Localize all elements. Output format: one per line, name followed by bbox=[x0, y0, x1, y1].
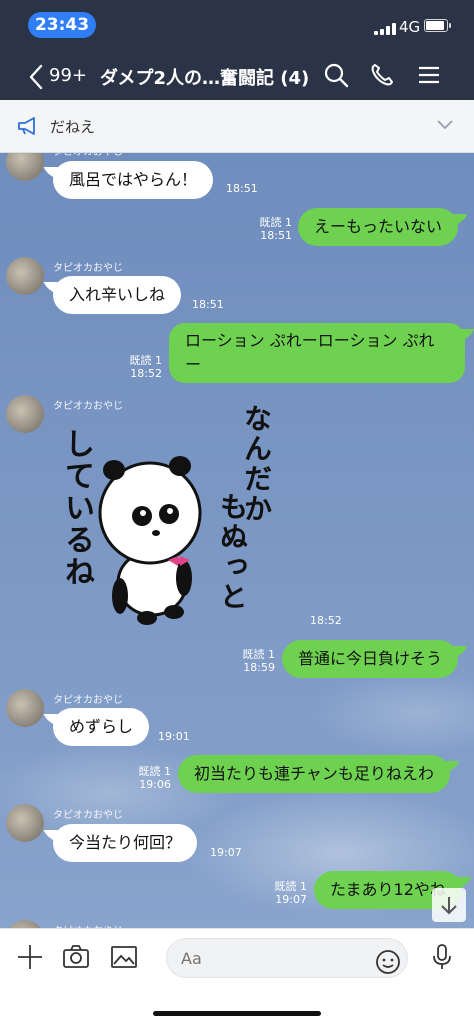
message-bubble[interactable]: 普通に今日負けそう bbox=[282, 640, 459, 678]
message-bubble[interactable]: 初当たりも連チャンも足りねえわ bbox=[178, 755, 450, 793]
message-time: 18:51 bbox=[226, 182, 258, 195]
back-chevron-icon[interactable] bbox=[26, 64, 46, 90]
read-receipt: 既読 1 19:06 bbox=[138, 765, 172, 791]
phone-icon[interactable] bbox=[369, 62, 395, 88]
microphone-icon[interactable] bbox=[428, 943, 456, 971]
network-label: 4G bbox=[399, 18, 421, 36]
read-receipt: 既読 1 19:07 bbox=[274, 880, 308, 906]
message-bubble[interactable]: めずらし bbox=[53, 708, 150, 746]
sender-name: タピオカおやじ bbox=[53, 810, 123, 821]
message-bubble[interactable]: 入れ辛いしね bbox=[53, 276, 182, 314]
sticker-caption: しているね bbox=[59, 428, 94, 588]
panda-sticker[interactable]: しているね なんだか もぬっと bbox=[59, 404, 287, 628]
image-icon[interactable] bbox=[110, 943, 138, 971]
avatar[interactable] bbox=[6, 804, 44, 842]
read-receipt: 既読 1 18:59 bbox=[242, 648, 276, 674]
sticker-caption: もぬっと bbox=[216, 492, 249, 612]
chat-title[interactable]: ダメプ2人の…奮闘記 (4) bbox=[100, 64, 309, 90]
message-input[interactable] bbox=[166, 938, 408, 978]
message-time: 18:51 bbox=[192, 298, 224, 311]
chevron-down-icon[interactable] bbox=[436, 118, 454, 132]
message-time: 19:01 bbox=[158, 730, 190, 743]
menu-icon[interactable] bbox=[416, 62, 442, 88]
plus-icon[interactable] bbox=[16, 943, 44, 971]
camera-icon[interactable] bbox=[62, 943, 90, 971]
sender-name: タピオカおやじ bbox=[53, 263, 123, 274]
megaphone-icon bbox=[18, 117, 35, 135]
message-bubble[interactable]: 風呂ではやらん！ bbox=[53, 161, 214, 199]
message-input-bar bbox=[0, 928, 474, 1025]
battery-icon bbox=[424, 19, 451, 32]
read-receipt: 既読 1 18:51 bbox=[259, 216, 293, 242]
app-header: 23:43 4G 99+ ダメプ2人の…奮闘記 (4) bbox=[0, 0, 474, 100]
avatar[interactable] bbox=[6, 920, 44, 928]
announcement-bar[interactable]: だねえ bbox=[0, 100, 474, 153]
avatar[interactable] bbox=[6, 257, 44, 295]
chat-area[interactable]: タピオカおやじ 風呂ではやらん！ 18:51 既読 118:51 えーもったいな… bbox=[0, 153, 474, 928]
sender-name: タピオカおやじ bbox=[53, 153, 123, 158]
unread-count[interactable]: 99+ bbox=[49, 65, 87, 86]
search-icon[interactable] bbox=[323, 62, 349, 88]
sender-name: タピオカおやじ bbox=[53, 695, 123, 706]
avatar[interactable] bbox=[6, 153, 44, 181]
message-bubble[interactable]: ローション ぷれーローション ぷれー bbox=[169, 323, 465, 383]
avatar[interactable] bbox=[6, 689, 44, 727]
scroll-down-arrow-icon bbox=[441, 897, 457, 915]
avatar[interactable] bbox=[6, 395, 44, 433]
emoji-icon[interactable] bbox=[375, 949, 401, 975]
message-bubble[interactable]: 今当たり何回？ bbox=[53, 824, 198, 862]
message-time: 19:07 bbox=[210, 846, 242, 859]
read-receipt: 既読 1 18:52 bbox=[129, 354, 163, 380]
message-bubble[interactable]: えーもったいない bbox=[298, 208, 459, 246]
home-indicator bbox=[153, 1011, 321, 1016]
announcement-text: だねえ bbox=[50, 118, 96, 136]
scroll-down-button[interactable] bbox=[432, 888, 466, 922]
message-time: 18:52 bbox=[310, 614, 342, 627]
signal-icon bbox=[374, 23, 396, 35]
sender-name: タピオカおやじ bbox=[53, 401, 123, 412]
status-time: 23:43 bbox=[28, 12, 96, 38]
